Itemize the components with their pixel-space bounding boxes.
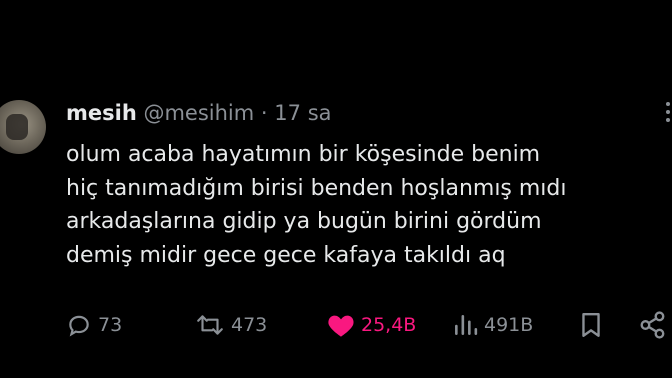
tweet-time[interactable]: 17 sa — [274, 101, 331, 125]
retweet-count: 473 — [231, 314, 268, 336]
author-handle[interactable]: @mesihim — [143, 101, 254, 125]
views-icon — [455, 315, 478, 335]
more-icon[interactable] — [662, 98, 672, 126]
bookmark-button[interactable] — [578, 305, 604, 345]
heart-icon — [328, 315, 354, 337]
meta-separator: · — [260, 101, 268, 125]
reply-button[interactable]: 73 — [66, 305, 122, 345]
avatar[interactable] — [0, 100, 46, 154]
tweet-text-line: hiç tanımadığım birisi benden hoşlanmış … — [66, 175, 567, 201]
reply-count: 73 — [98, 314, 123, 336]
views-count: 491B — [484, 314, 534, 336]
tweet-text: olum acaba hayatımın bir köşesinde benim… — [66, 138, 666, 272]
reply-icon — [69, 315, 89, 337]
like-button[interactable]: 25,4B — [327, 305, 416, 345]
views-button[interactable]: 491B — [452, 305, 533, 345]
like-count: 25,4B — [361, 314, 417, 336]
retweet-button[interactable]: 473 — [195, 305, 267, 345]
avatar-figure — [6, 114, 28, 140]
tweet-text-line: olum acaba hayatımın bir köşesinde benim — [66, 142, 541, 167]
author-name[interactable]: mesih — [66, 101, 137, 125]
share-icon — [640, 311, 665, 339]
tweet-text-line: demiş midir gece gece kafaya takıldı aq — [66, 242, 506, 268]
bookmark-icon — [582, 313, 600, 337]
tweet-header: mesih @mesihim · 17 sa — [66, 99, 332, 127]
share-button[interactable] — [638, 305, 668, 345]
tweet-text-line: arkadaşlarına gidip ya bugün birini görd… — [66, 209, 542, 234]
action-bar: 73 473 25,4B 491B — [0, 305, 672, 345]
retweet-icon — [197, 315, 223, 335]
